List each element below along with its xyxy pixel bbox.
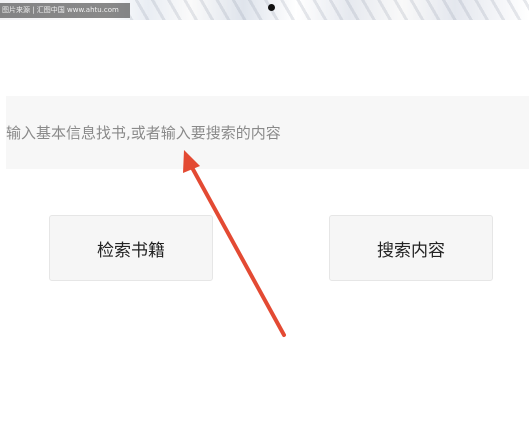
camera-notch-icon xyxy=(268,4,275,11)
search-input[interactable] xyxy=(6,96,529,169)
watermark-text: 图片来源 | 汇图中国 www.ahtu.com xyxy=(0,3,130,18)
search-box[interactable] xyxy=(6,96,529,169)
annotation-arrow-icon xyxy=(183,150,286,337)
search-content-button[interactable]: 搜索内容 xyxy=(329,215,493,281)
top-banner-image: 图片来源 | 汇图中国 www.ahtu.com xyxy=(0,0,529,20)
banner-pattern xyxy=(130,0,529,20)
search-books-button[interactable]: 检索书籍 xyxy=(49,215,213,281)
